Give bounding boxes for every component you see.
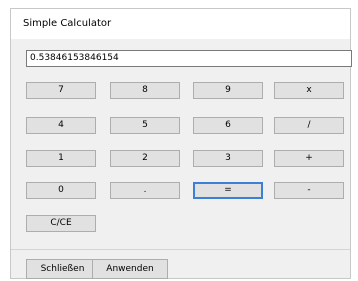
equals-button[interactable]: = (193, 182, 263, 199)
key-7-button[interactable]: 7 (26, 82, 96, 99)
calculator-window: Simple Calculator 0.53846153846154 7 8 9… (10, 8, 352, 279)
decimal-point-button[interactable]: . (110, 182, 180, 199)
clear-button[interactable]: C/CE (26, 215, 96, 232)
display-field[interactable]: 0.53846153846154 (26, 50, 352, 67)
key-8-button[interactable]: 8 (110, 82, 180, 99)
key-4-button[interactable]: 4 (26, 117, 96, 134)
window-title: Simple Calculator (23, 18, 112, 29)
divide-button[interactable]: / (274, 117, 344, 134)
key-3-button[interactable]: 3 (193, 150, 263, 167)
add-button[interactable]: + (274, 150, 344, 167)
multiply-button[interactable]: x (274, 82, 344, 99)
key-1-button[interactable]: 1 (26, 150, 96, 167)
close-button[interactable]: Schließen (26, 259, 99, 279)
key-6-button[interactable]: 6 (193, 117, 263, 134)
key-2-button[interactable]: 2 (110, 150, 180, 167)
footer-divider (11, 249, 350, 250)
key-0-button[interactable]: 0 (26, 182, 96, 199)
apply-button[interactable]: Anwenden (92, 259, 168, 279)
key-9-button[interactable]: 9 (193, 82, 263, 99)
subtract-button[interactable]: - (274, 182, 344, 199)
title-bar: Simple Calculator (11, 9, 350, 39)
key-5-button[interactable]: 5 (110, 117, 180, 134)
